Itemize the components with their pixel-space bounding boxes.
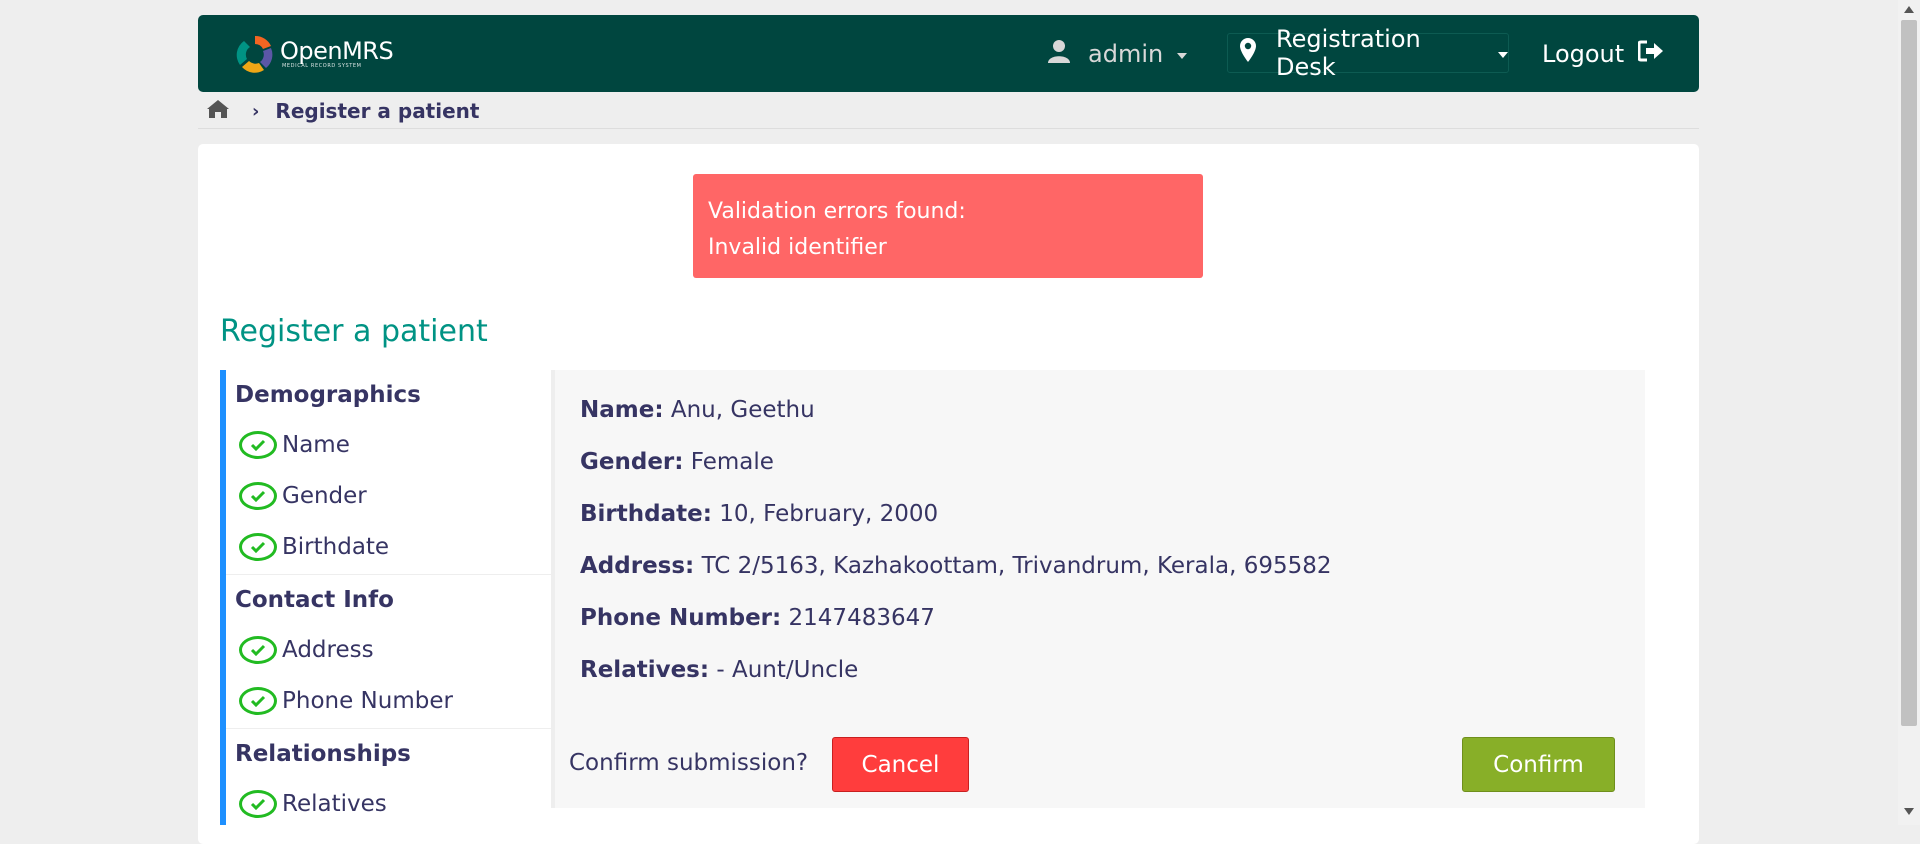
user-menu[interactable]: admin bbox=[1048, 37, 1188, 71]
summary-value: Female bbox=[690, 449, 774, 475]
page-title: Register a patient bbox=[220, 314, 488, 349]
summary-value: Anu, Geethu bbox=[670, 397, 815, 423]
step-phone-number[interactable]: Phone Number bbox=[239, 687, 453, 715]
confirm-question: Confirm submission? bbox=[569, 750, 809, 776]
confirm-button[interactable]: Confirm bbox=[1462, 737, 1615, 792]
section-contact-info: Contact Info Address Phone Number bbox=[226, 575, 551, 729]
summary-relatives: Relatives: - Aunt/Uncle bbox=[580, 657, 858, 683]
cancel-button[interactable]: Cancel bbox=[832, 737, 969, 792]
step-label: Relatives bbox=[282, 791, 387, 817]
step-label: Phone Number bbox=[282, 688, 453, 714]
logout-link[interactable]: Logout bbox=[1542, 37, 1664, 71]
step-label: Address bbox=[282, 637, 374, 663]
registration-steps-sidebar: Demographics Name Gender Birthdate Conta… bbox=[220, 370, 551, 825]
sign-out-icon bbox=[1637, 40, 1664, 68]
logo-subtext: MEDICAL RECORD SYSTEM bbox=[282, 63, 362, 69]
error-line-1: Validation errors found: bbox=[708, 199, 966, 224]
step-gender[interactable]: Gender bbox=[239, 482, 367, 510]
chevron-down-icon bbox=[1498, 51, 1508, 58]
vertical-scrollbar[interactable] bbox=[1898, 0, 1920, 825]
summary-label: Gender: bbox=[580, 449, 684, 475]
step-birthdate[interactable]: Birthdate bbox=[239, 533, 389, 561]
section-relationships: Relationships Relatives bbox=[226, 729, 551, 825]
user-icon bbox=[1048, 39, 1070, 69]
step-label: Birthdate bbox=[282, 534, 390, 560]
breadcrumb-current: Register a patient bbox=[275, 99, 480, 123]
section-title-contact-info[interactable]: Contact Info bbox=[235, 587, 394, 613]
check-circle-icon bbox=[239, 636, 277, 664]
check-circle-icon bbox=[239, 533, 277, 561]
step-address[interactable]: Address bbox=[239, 636, 374, 664]
summary-gender: Gender: Female bbox=[580, 449, 774, 475]
scroll-up-arrow-icon[interactable] bbox=[1904, 6, 1914, 13]
summary-value: - Aunt/Uncle bbox=[716, 657, 859, 683]
step-label: Gender bbox=[282, 483, 367, 509]
summary-name: Name: Anu, Geethu bbox=[580, 397, 815, 423]
check-circle-icon bbox=[239, 482, 277, 510]
summary-label: Relatives: bbox=[580, 657, 710, 683]
openmrs-logo[interactable]: OpenMRS MEDICAL RECORD SYSTEM bbox=[236, 33, 394, 75]
openmrs-logo-icon bbox=[236, 35, 273, 73]
map-marker-icon bbox=[1240, 38, 1256, 68]
summary-birthdate: Birthdate: 10, February, 2000 bbox=[580, 501, 938, 527]
scroll-down-arrow-icon[interactable] bbox=[1904, 808, 1914, 815]
check-circle-icon bbox=[239, 687, 277, 715]
home-icon[interactable] bbox=[206, 99, 230, 124]
location-selector[interactable]: Registration Desk bbox=[1227, 25, 1509, 81]
summary-label: Address: bbox=[580, 553, 695, 579]
step-name[interactable]: Name bbox=[239, 431, 350, 459]
summary-phone-number: Phone Number: 2147483647 bbox=[580, 605, 935, 631]
error-line-2: Invalid identifier bbox=[708, 235, 887, 260]
summary-value: 2147483647 bbox=[788, 605, 935, 631]
section-title-relationships[interactable]: Relationships bbox=[235, 741, 411, 767]
summary-label: Phone Number: bbox=[580, 605, 782, 631]
summary-label: Name: bbox=[580, 397, 664, 423]
section-title-demographics[interactable]: Demographics bbox=[235, 382, 421, 408]
chevron-down-icon bbox=[1177, 52, 1188, 59]
location-name: Registration Desk bbox=[1276, 25, 1421, 81]
chevron-right-icon: › bbox=[252, 100, 260, 122]
logo-text: OpenMRS bbox=[280, 37, 394, 65]
user-name: admin bbox=[1088, 40, 1164, 68]
validation-error-alert: Validation errors found: Invalid identif… bbox=[693, 174, 1203, 278]
step-label: Name bbox=[282, 432, 350, 458]
summary-address: Address: TC 2/5163, Kazhakoottam, Trivan… bbox=[580, 553, 1332, 579]
summary-value: TC 2/5163, Kazhakoottam, Trivandrum, Ker… bbox=[701, 553, 1332, 579]
check-circle-icon bbox=[239, 790, 277, 818]
scrollbar-thumb[interactable] bbox=[1901, 20, 1917, 726]
breadcrumb: › Register a patient bbox=[206, 98, 479, 124]
summary-value: 10, February, 2000 bbox=[719, 501, 939, 527]
summary-label: Birthdate: bbox=[580, 501, 712, 527]
step-relatives[interactable]: Relatives bbox=[239, 790, 387, 818]
breadcrumb-divider bbox=[198, 128, 1699, 129]
check-circle-icon bbox=[239, 431, 277, 459]
top-header: OpenMRS MEDICAL RECORD SYSTEM admin Regi… bbox=[198, 15, 1699, 92]
section-demographics: Demographics Name Gender Birthdate bbox=[226, 370, 551, 575]
logout-label: Logout bbox=[1542, 40, 1625, 68]
